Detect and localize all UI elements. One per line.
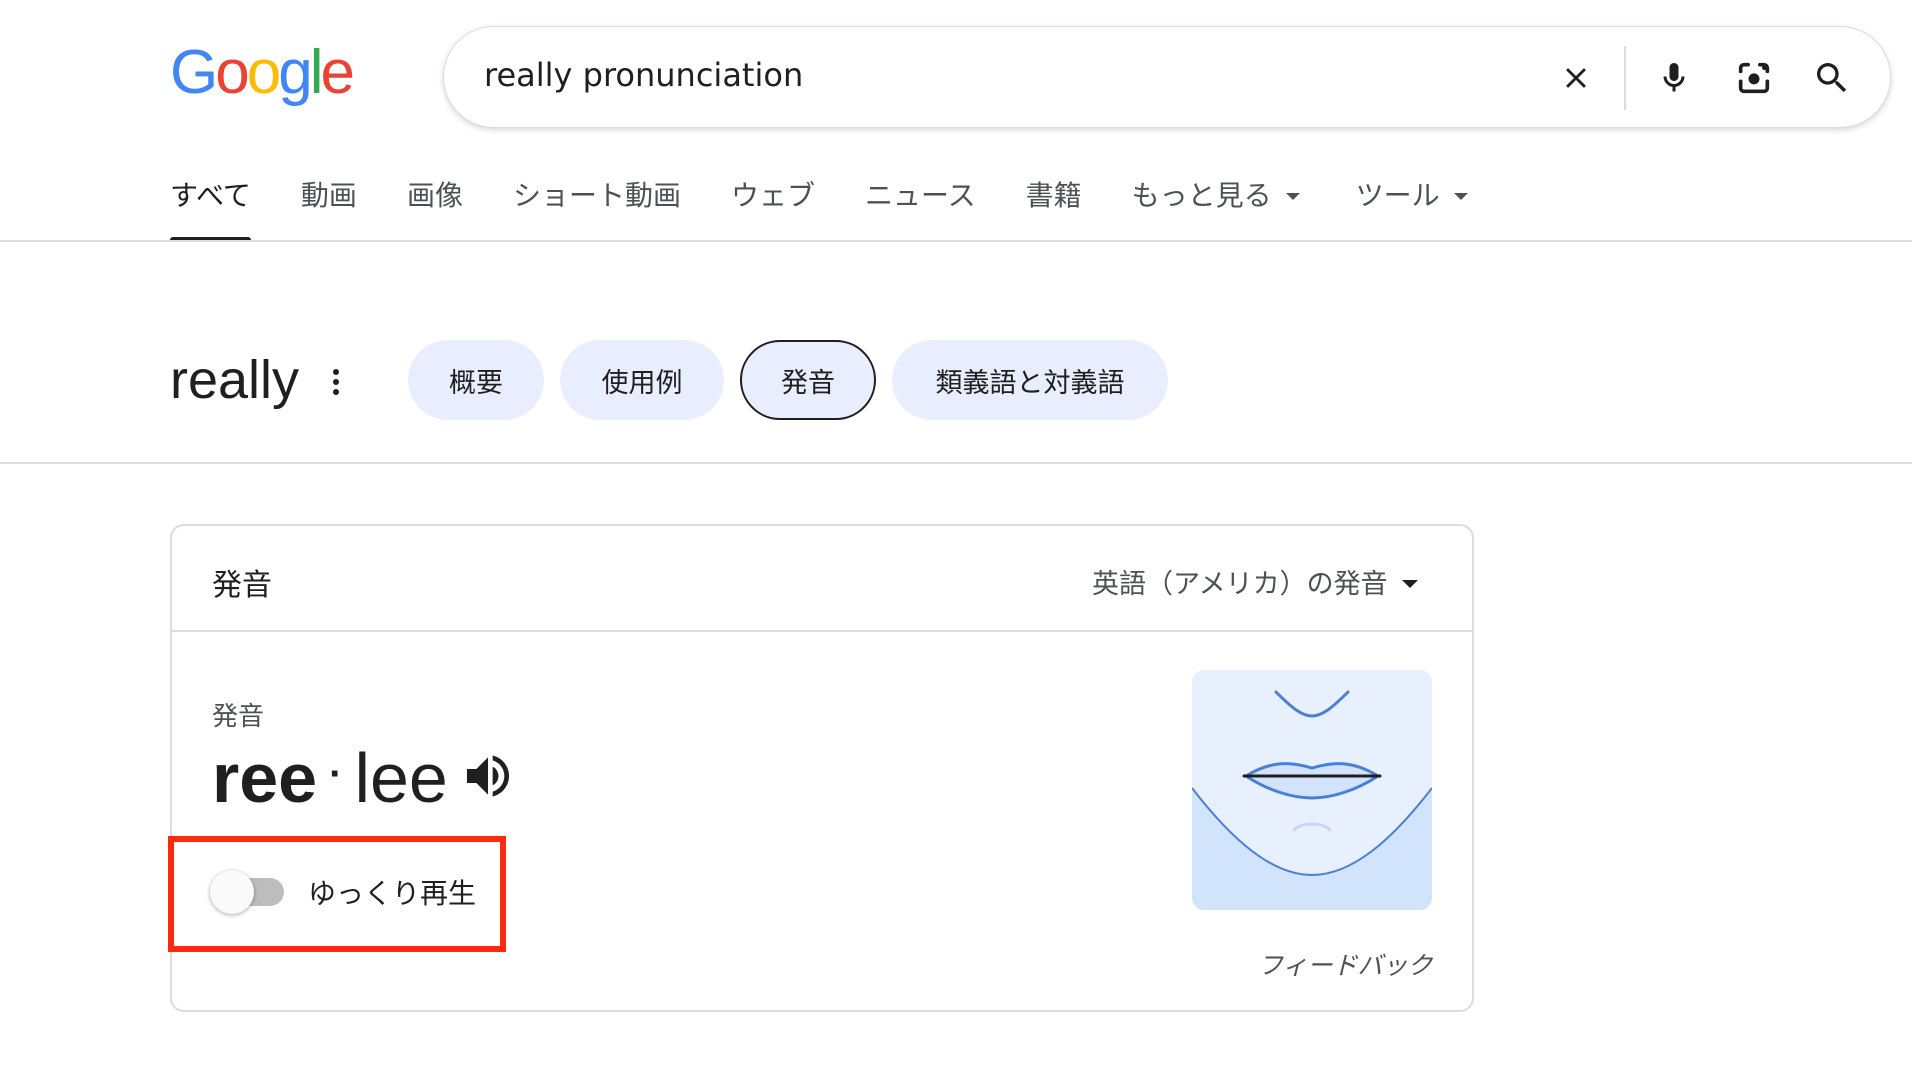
dialect-label: 英語（アメリカ）の発音 xyxy=(1092,569,1388,600)
tab-label: 画像 xyxy=(406,179,463,212)
tab-label: もっと見る xyxy=(1131,179,1272,212)
section-divider xyxy=(0,462,1912,464)
tab-more[interactable]: もっと見る xyxy=(1132,172,1300,242)
tabs-divider xyxy=(0,240,1912,242)
phonetic-spelling: ree · lee xyxy=(212,738,448,818)
tab-videos[interactable]: 動画 xyxy=(301,172,357,242)
toggle-knob[interactable] xyxy=(210,870,254,914)
voice-search-button[interactable] xyxy=(1646,50,1702,106)
tab-label: 動画 xyxy=(300,179,357,212)
tab-news[interactable]: ニュース xyxy=(865,172,976,242)
close-icon xyxy=(1566,68,1586,88)
image-search-button[interactable] xyxy=(1726,50,1782,106)
tab-all[interactable]: すべて xyxy=(170,172,251,242)
search-icon xyxy=(1817,63,1847,93)
tab-short-videos[interactable]: ショート動画 xyxy=(513,172,681,242)
tab-books[interactable]: 書籍 xyxy=(1026,172,1082,242)
chip-synonyms-antonyms[interactable]: 類義語と対義語 xyxy=(892,340,1168,420)
tab-label: ツール xyxy=(1355,179,1440,212)
tab-label: ニュース xyxy=(864,179,976,212)
tab-tools[interactable]: ツール xyxy=(1356,172,1468,242)
dialect-dropdown[interactable]: 英語（アメリカ）の発音 xyxy=(1092,562,1418,601)
tab-label: すべて xyxy=(170,179,251,212)
tab-label: ショート動画 xyxy=(512,179,681,212)
word-title: really xyxy=(170,350,300,410)
speaker-icon xyxy=(467,755,509,797)
clear-search-button[interactable] xyxy=(1548,50,1604,106)
chevron-down-icon xyxy=(1401,579,1418,588)
chevron-down-icon xyxy=(1453,193,1468,200)
syllable-separator: · xyxy=(329,752,343,796)
mouth-illustration xyxy=(1192,670,1432,910)
play-audio-button[interactable] xyxy=(460,748,516,804)
card-title: 発音 xyxy=(212,568,272,603)
logo-letter: e xyxy=(320,38,355,107)
feedback-link[interactable]: フィードバック xyxy=(1258,946,1433,982)
camera-lens-icon xyxy=(1738,62,1770,94)
slow-playback-label: ゆっくり再生 xyxy=(308,877,477,910)
logo-letter: G xyxy=(170,38,218,107)
syllable-stressed: ree xyxy=(212,739,318,817)
logo-letter: o xyxy=(215,38,250,107)
microphone-icon xyxy=(1663,63,1685,92)
more-options-icon[interactable] xyxy=(326,366,346,398)
pronunciation-label: 発音 xyxy=(212,702,265,732)
chevron-down-icon xyxy=(1285,193,1300,200)
chip-overview[interactable]: 概要 xyxy=(408,340,544,420)
search-tabs: すべて 動画 画像 ショート動画 ウェブ ニュース 書籍 もっと見る ツール xyxy=(170,172,1468,242)
search-button[interactable] xyxy=(1804,50,1860,106)
logo-letter: g xyxy=(278,38,313,107)
syllable: lee xyxy=(354,739,448,817)
logo-letter: o xyxy=(246,38,282,107)
google-logo[interactable]: Google xyxy=(170,38,355,108)
tab-label: 書籍 xyxy=(1025,179,1082,212)
search-divider xyxy=(1624,46,1626,110)
tab-images[interactable]: 画像 xyxy=(407,172,463,242)
logo-letter: l xyxy=(309,38,324,107)
mouth-diagram-icon xyxy=(1192,670,1432,910)
tab-web[interactable]: ウェブ xyxy=(731,172,815,242)
chip-pronunciation[interactable]: 発音 xyxy=(740,340,876,420)
card-divider xyxy=(172,630,1472,632)
tab-label: ウェブ xyxy=(730,179,815,212)
chip-examples[interactable]: 使用例 xyxy=(560,340,724,420)
search-input[interactable]: really pronunciation xyxy=(484,56,803,94)
